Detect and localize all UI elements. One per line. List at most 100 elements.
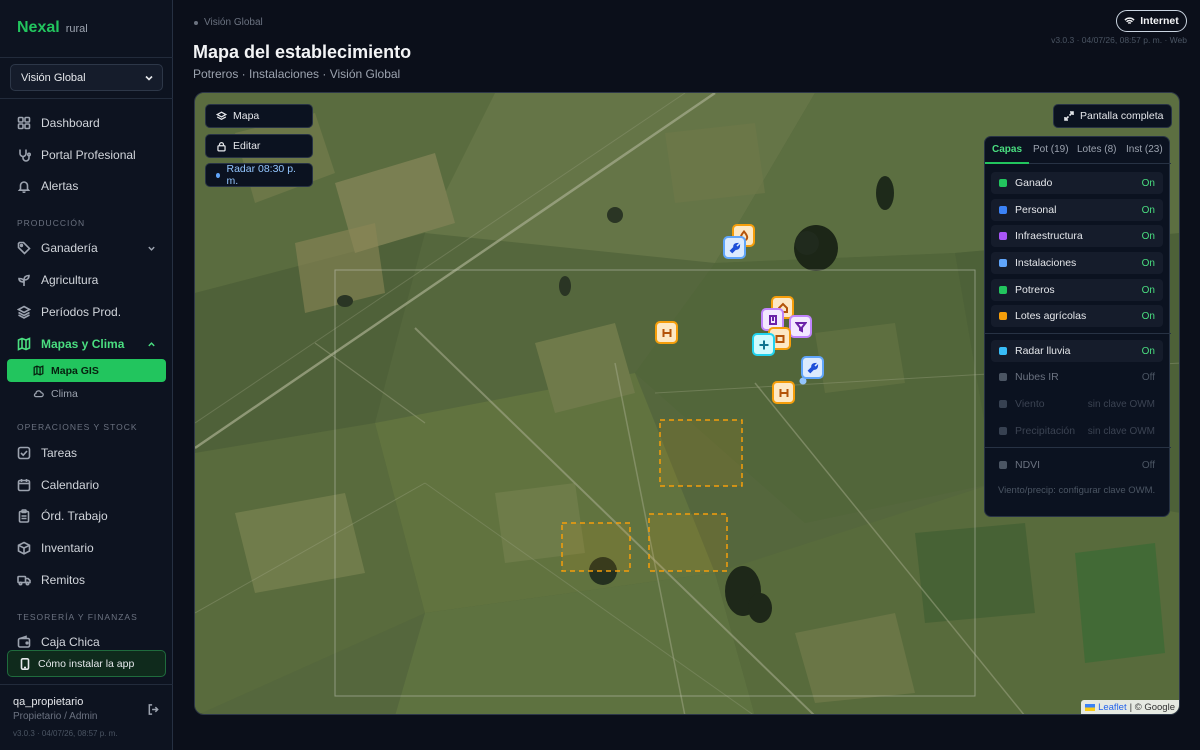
chevron-down-icon <box>148 246 155 251</box>
nav-clima-label: Clima <box>51 387 78 400</box>
nav-periodos[interactable]: Períodos Prod. <box>7 300 166 324</box>
layer-name: Radar lluvia <box>1015 345 1071 357</box>
logout-icon[interactable] <box>147 703 160 716</box>
map-mode-label: Mapa <box>233 110 260 122</box>
map-marker-corral-2[interactable] <box>772 381 795 404</box>
app-version: v3.0.3 · 04/07/26, 08:57 p. m. · Web <box>1051 35 1187 45</box>
layer-swatch <box>999 206 1007 214</box>
breadcrumb-label[interactable]: Visión Global <box>204 17 263 28</box>
tab-instalaciones[interactable]: Inst (23) <box>1126 144 1163 155</box>
layer-state: On <box>1141 284 1155 296</box>
nav-tareas[interactable]: Tareas <box>7 441 166 465</box>
building-icon <box>768 314 777 325</box>
nav-remitos[interactable]: Remitos <box>7 568 166 592</box>
nav-alerts[interactable]: Alertas <box>7 174 166 198</box>
fullscreen-button[interactable]: Pantalla completa <box>1053 104 1173 128</box>
gate-icon <box>779 388 788 397</box>
nav-portal-label: Portal Profesional <box>41 148 136 162</box>
layer-toggle-potreros[interactable]: Potreros On <box>991 279 1163 301</box>
layer-state: On <box>1141 204 1155 216</box>
page-subtitle: Potreros · Instalaciones · Visión Global <box>193 67 401 81</box>
map-marker-filter[interactable] <box>789 315 812 338</box>
context-select[interactable]: Visión Global <box>10 64 163 91</box>
sprout-icon <box>18 274 30 286</box>
grid-icon <box>17 116 31 130</box>
layer-toggle-lotes[interactable]: Lotes agrícolas On <box>991 305 1163 327</box>
brand-logo[interactable]: Nexal rural <box>17 19 88 39</box>
edit-mode-button[interactable]: Editar <box>205 134 313 158</box>
layer-swatch <box>999 427 1007 435</box>
smartphone-icon <box>20 657 30 670</box>
nav-mapas-clima[interactable]: Mapas y Clima <box>7 332 166 356</box>
checkbox-icon <box>17 446 31 460</box>
cloud-icon <box>33 390 44 398</box>
layer-state: Off <box>1141 371 1155 383</box>
chevron-down-icon <box>145 75 153 81</box>
nav-ordenes[interactable]: Órd. Trabajo <box>7 504 166 528</box>
radar-timestamp-label: Radar 08:30 p. m. <box>226 163 296 187</box>
divider <box>0 684 173 685</box>
nav-mapa-gis[interactable]: Mapa GIS <box>7 359 166 382</box>
map-marker-corral[interactable] <box>655 321 678 344</box>
layer-swatch <box>999 179 1007 187</box>
lock-icon <box>217 141 226 151</box>
layer-toggle-nubes[interactable]: Nubes IR Off <box>991 366 1163 388</box>
tab-active-indicator <box>985 162 1029 164</box>
tag-icon <box>17 241 31 255</box>
map-attribution: Leaflet | © Google <box>1081 700 1179 714</box>
layer-swatch <box>999 400 1007 408</box>
stethoscope-icon <box>19 149 31 162</box>
gate-icon <box>662 328 671 337</box>
layer-swatch <box>999 286 1007 294</box>
nav-mapas-label: Mapas y Clima <box>41 337 125 351</box>
map-marker-tool[interactable] <box>801 356 824 379</box>
network-status-badge: Internet <box>1116 10 1187 32</box>
nav-agricultura[interactable]: Agricultura <box>7 268 166 292</box>
gis-map[interactable]: Mapa Editar Radar 08:30 p. m. Pantalla c… <box>194 92 1180 715</box>
section-label-production: PRODUCCIÓN <box>17 218 86 228</box>
nav-inventario-label: Inventario <box>41 541 94 555</box>
leaflet-link[interactable]: Leaflet <box>1098 702 1127 713</box>
sidebar: Nexal rural Visión Global Dashboard Port… <box>0 0 173 750</box>
map-marker-windmill[interactable] <box>752 333 775 356</box>
layers-tabs: Capas Pot (19) Lotes (8) Inst (23) <box>985 137 1171 164</box>
install-app-button[interactable]: Cómo instalar la app <box>7 650 166 677</box>
nav-ganaderia[interactable]: Ganadería <box>7 236 166 260</box>
breadcrumb: Visión Global <box>194 17 263 28</box>
package-icon <box>17 541 31 555</box>
layer-toggle-radar[interactable]: Radar lluvia On <box>991 340 1163 362</box>
user-role: Propietario / Admin <box>13 711 98 722</box>
layer-name: Ganado <box>1015 177 1053 189</box>
layer-toggle-instalaciones[interactable]: Instalaciones On <box>991 252 1163 274</box>
layer-state: On <box>1141 310 1155 322</box>
map-marker-installation[interactable] <box>723 236 746 259</box>
nav-dashboard[interactable]: Dashboard <box>7 111 166 135</box>
nav-calendario[interactable]: Calendario <box>7 473 166 497</box>
divider <box>985 447 1171 448</box>
tab-potreros[interactable]: Pot (19) <box>1033 144 1069 155</box>
map-mode-button[interactable]: Mapa <box>205 104 313 128</box>
nav-clima[interactable]: Clima <box>7 382 166 405</box>
layer-toggle-personal[interactable]: Personal On <box>991 199 1163 221</box>
nav-inventario[interactable]: Inventario <box>7 536 166 560</box>
layer-swatch <box>999 312 1007 320</box>
layer-state: On <box>1141 345 1155 357</box>
wallet-icon <box>17 635 31 648</box>
nav-ordenes-label: Órd. Trabajo <box>41 509 108 523</box>
nav-caja-label: Caja Chica <box>41 635 100 649</box>
layer-toggle-precipitacion: Precipitación sin clave OWM <box>991 420 1163 442</box>
layer-state: sin clave OWM <box>1087 398 1155 410</box>
layer-toggle-ganado[interactable]: Ganado On <box>991 172 1163 194</box>
tab-lotes[interactable]: Lotes (8) <box>1077 144 1116 155</box>
wrench-icon <box>807 362 818 373</box>
section-label-finance: TESORERÍA Y FINANZAS <box>17 612 138 622</box>
tab-capas[interactable]: Capas <box>992 144 1022 155</box>
radar-timestamp-button[interactable]: Radar 08:30 p. m. <box>205 163 313 187</box>
layer-toggle-ndvi[interactable]: NDVI Off <box>991 454 1163 476</box>
layer-toggle-infraestructura[interactable]: Infraestructura On <box>991 225 1163 247</box>
nav-agricultura-label: Agricultura <box>41 273 99 287</box>
section-label-operations: OPERACIONES Y STOCK <box>17 422 138 432</box>
layer-name: Nubes IR <box>1015 371 1059 383</box>
clipboard-icon <box>18 509 30 523</box>
nav-portal[interactable]: Portal Profesional <box>7 143 166 167</box>
